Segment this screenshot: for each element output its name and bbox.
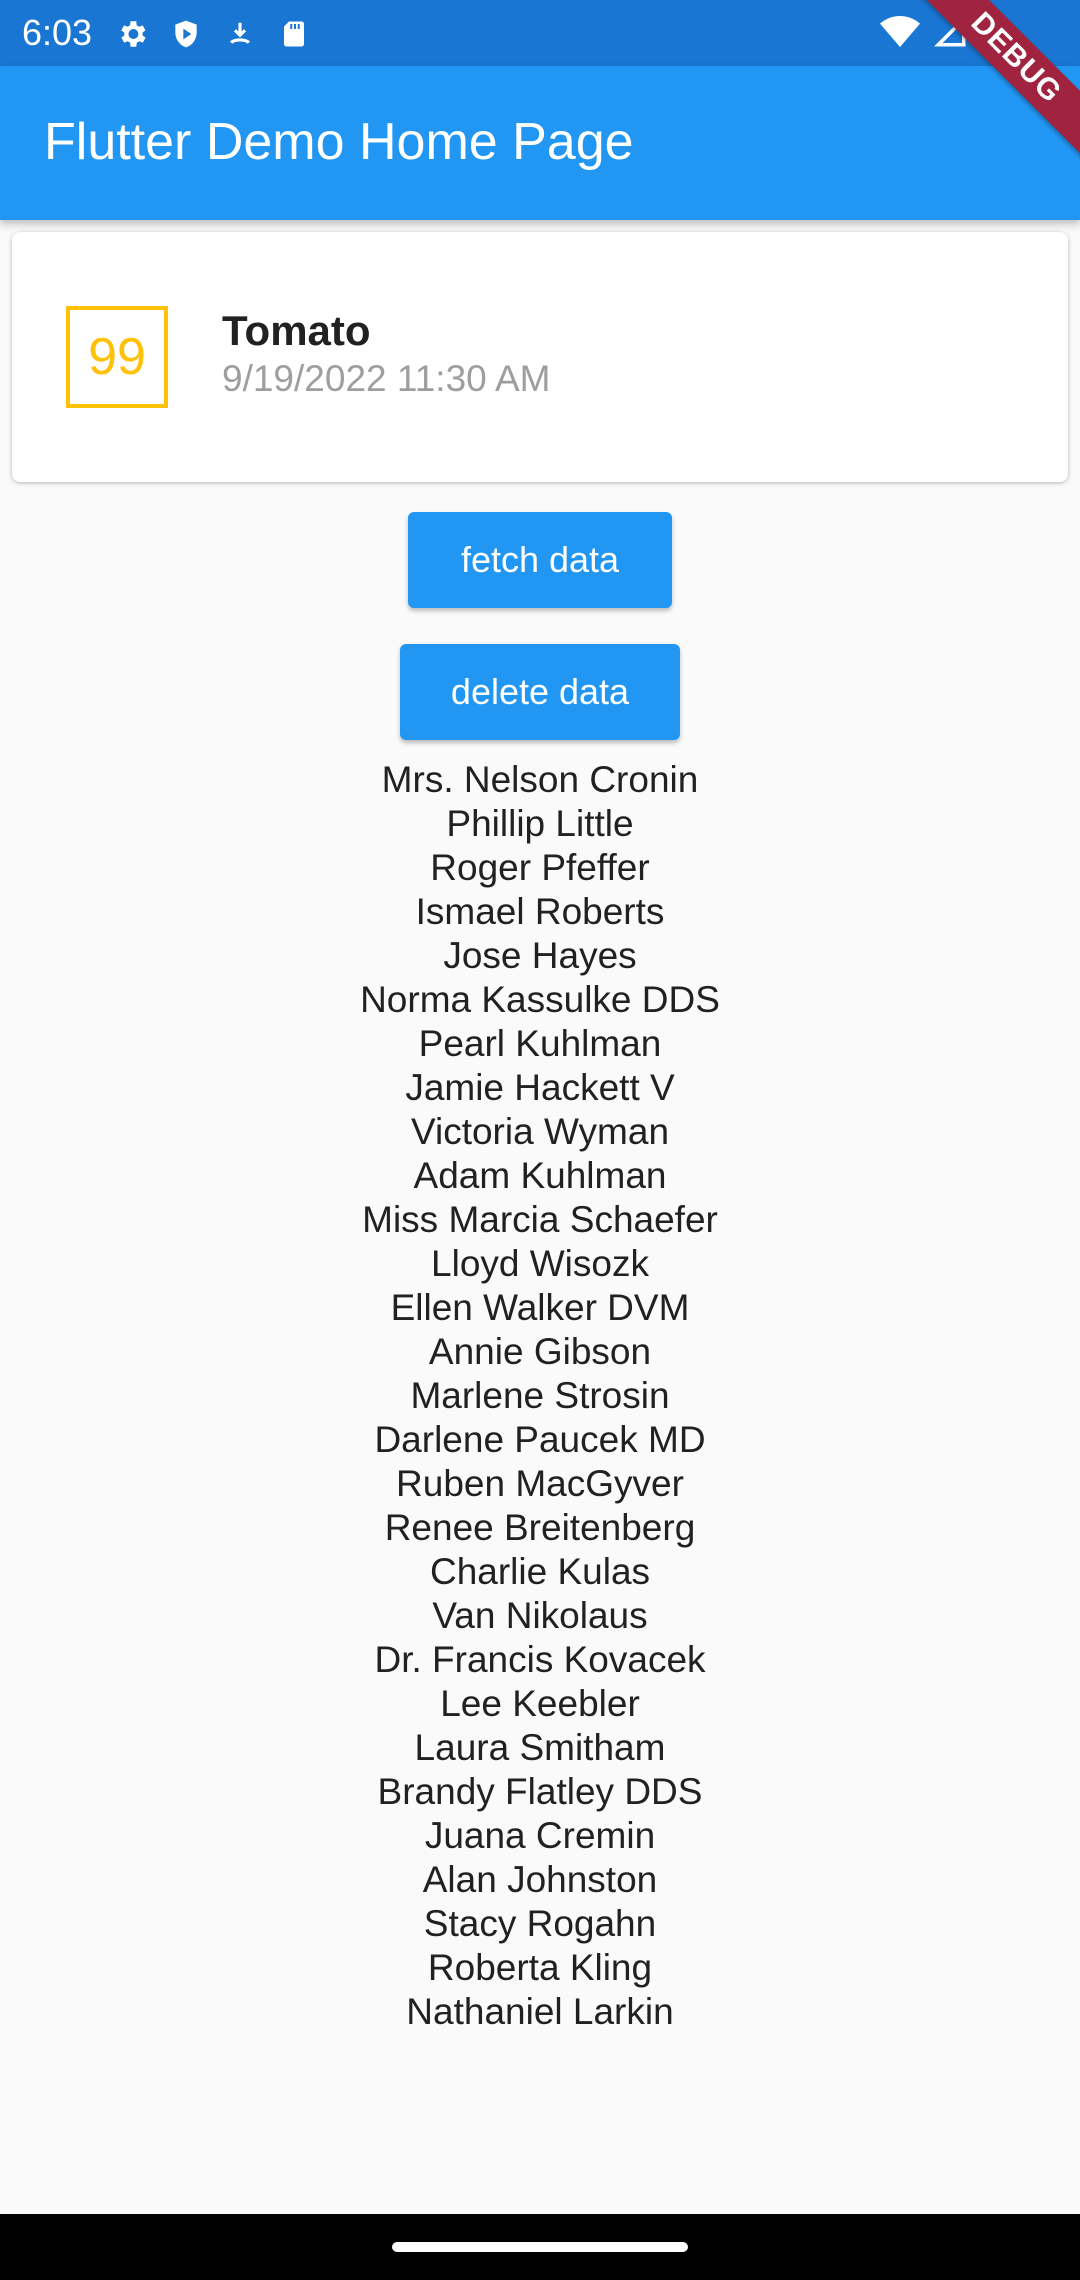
shield-icon	[168, 16, 204, 52]
status-left-icons	[114, 16, 312, 52]
list-item: Renee Breitenberg	[384, 1507, 696, 1548]
list-item: Mrs. Nelson Cronin	[381, 759, 699, 800]
list-item: Phillip Little	[446, 803, 634, 844]
home-gesture-handle[interactable]	[392, 2242, 688, 2252]
list-item: Ellen Walker DVM	[390, 1287, 690, 1328]
card-title: Tomato	[222, 307, 371, 354]
list-item: Alan Johnston	[422, 1859, 658, 1900]
list-item: Jamie Hackett V	[405, 1067, 675, 1108]
item-card[interactable]: 99 Tomato 9/19/2022 11:30 AM	[12, 232, 1068, 482]
navigation-bar	[0, 2214, 1080, 2280]
sd-card-icon	[276, 16, 312, 52]
gear-icon	[114, 16, 150, 52]
list-item: Nathaniel Larkin	[406, 1991, 674, 2032]
list-item: Roger Pfeffer	[430, 847, 650, 888]
list-item: Roberta Kling	[427, 1947, 653, 1988]
list-item: Stacy Rogahn	[423, 1903, 657, 1944]
list-item: Charlie Kulas	[429, 1551, 651, 1592]
fetch-data-button[interactable]: fetch data	[408, 512, 672, 608]
delete-data-button[interactable]: delete data	[400, 644, 680, 740]
list-item: Norma Kassulke DDS	[360, 979, 720, 1020]
page-title: Flutter Demo Home Page	[44, 113, 634, 171]
status-time: 6:03	[22, 12, 93, 53]
list-item: Lee Keebler	[440, 1683, 640, 1724]
list-item: Darlene Paucek MD	[374, 1419, 706, 1460]
list-item: Pearl Kuhlman	[418, 1023, 662, 1064]
card-timestamp: 9/19/2022 11:30 AM	[222, 358, 551, 399]
download-icon	[222, 16, 258, 52]
list-item: Lloyd Wisozk	[431, 1243, 649, 1284]
list-item: Juana Cremin	[424, 1815, 656, 1856]
app-bar: Flutter Demo Home Page	[0, 66, 1080, 220]
list-item: Ruben MacGyver	[396, 1463, 684, 1504]
list-item: Dr. Francis Kovacek	[374, 1639, 706, 1680]
status-bar: 6:03	[0, 0, 1080, 66]
list-item: Jose Hayes	[443, 935, 637, 976]
list-item: Adam Kuhlman	[413, 1155, 667, 1196]
list-item: Ismael Roberts	[415, 891, 665, 932]
list-item: Van Nikolaus	[432, 1595, 648, 1636]
names-list: Mrs. Nelson Cronin Phillip Little Roger Pf…	[0, 758, 1080, 2034]
count-badge: 99	[66, 306, 168, 408]
list-item: Laura Smitham	[414, 1727, 666, 1768]
list-item: Brandy Flatley DDS	[377, 1771, 703, 1812]
wifi-icon	[880, 15, 920, 54]
list-item: Victoria Wyman	[410, 1111, 670, 1152]
list-item: Annie Gibson	[428, 1331, 652, 1372]
list-item: Miss Marcia Schaefer	[362, 1199, 718, 1240]
list-item: Marlene Strosin	[410, 1375, 670, 1416]
